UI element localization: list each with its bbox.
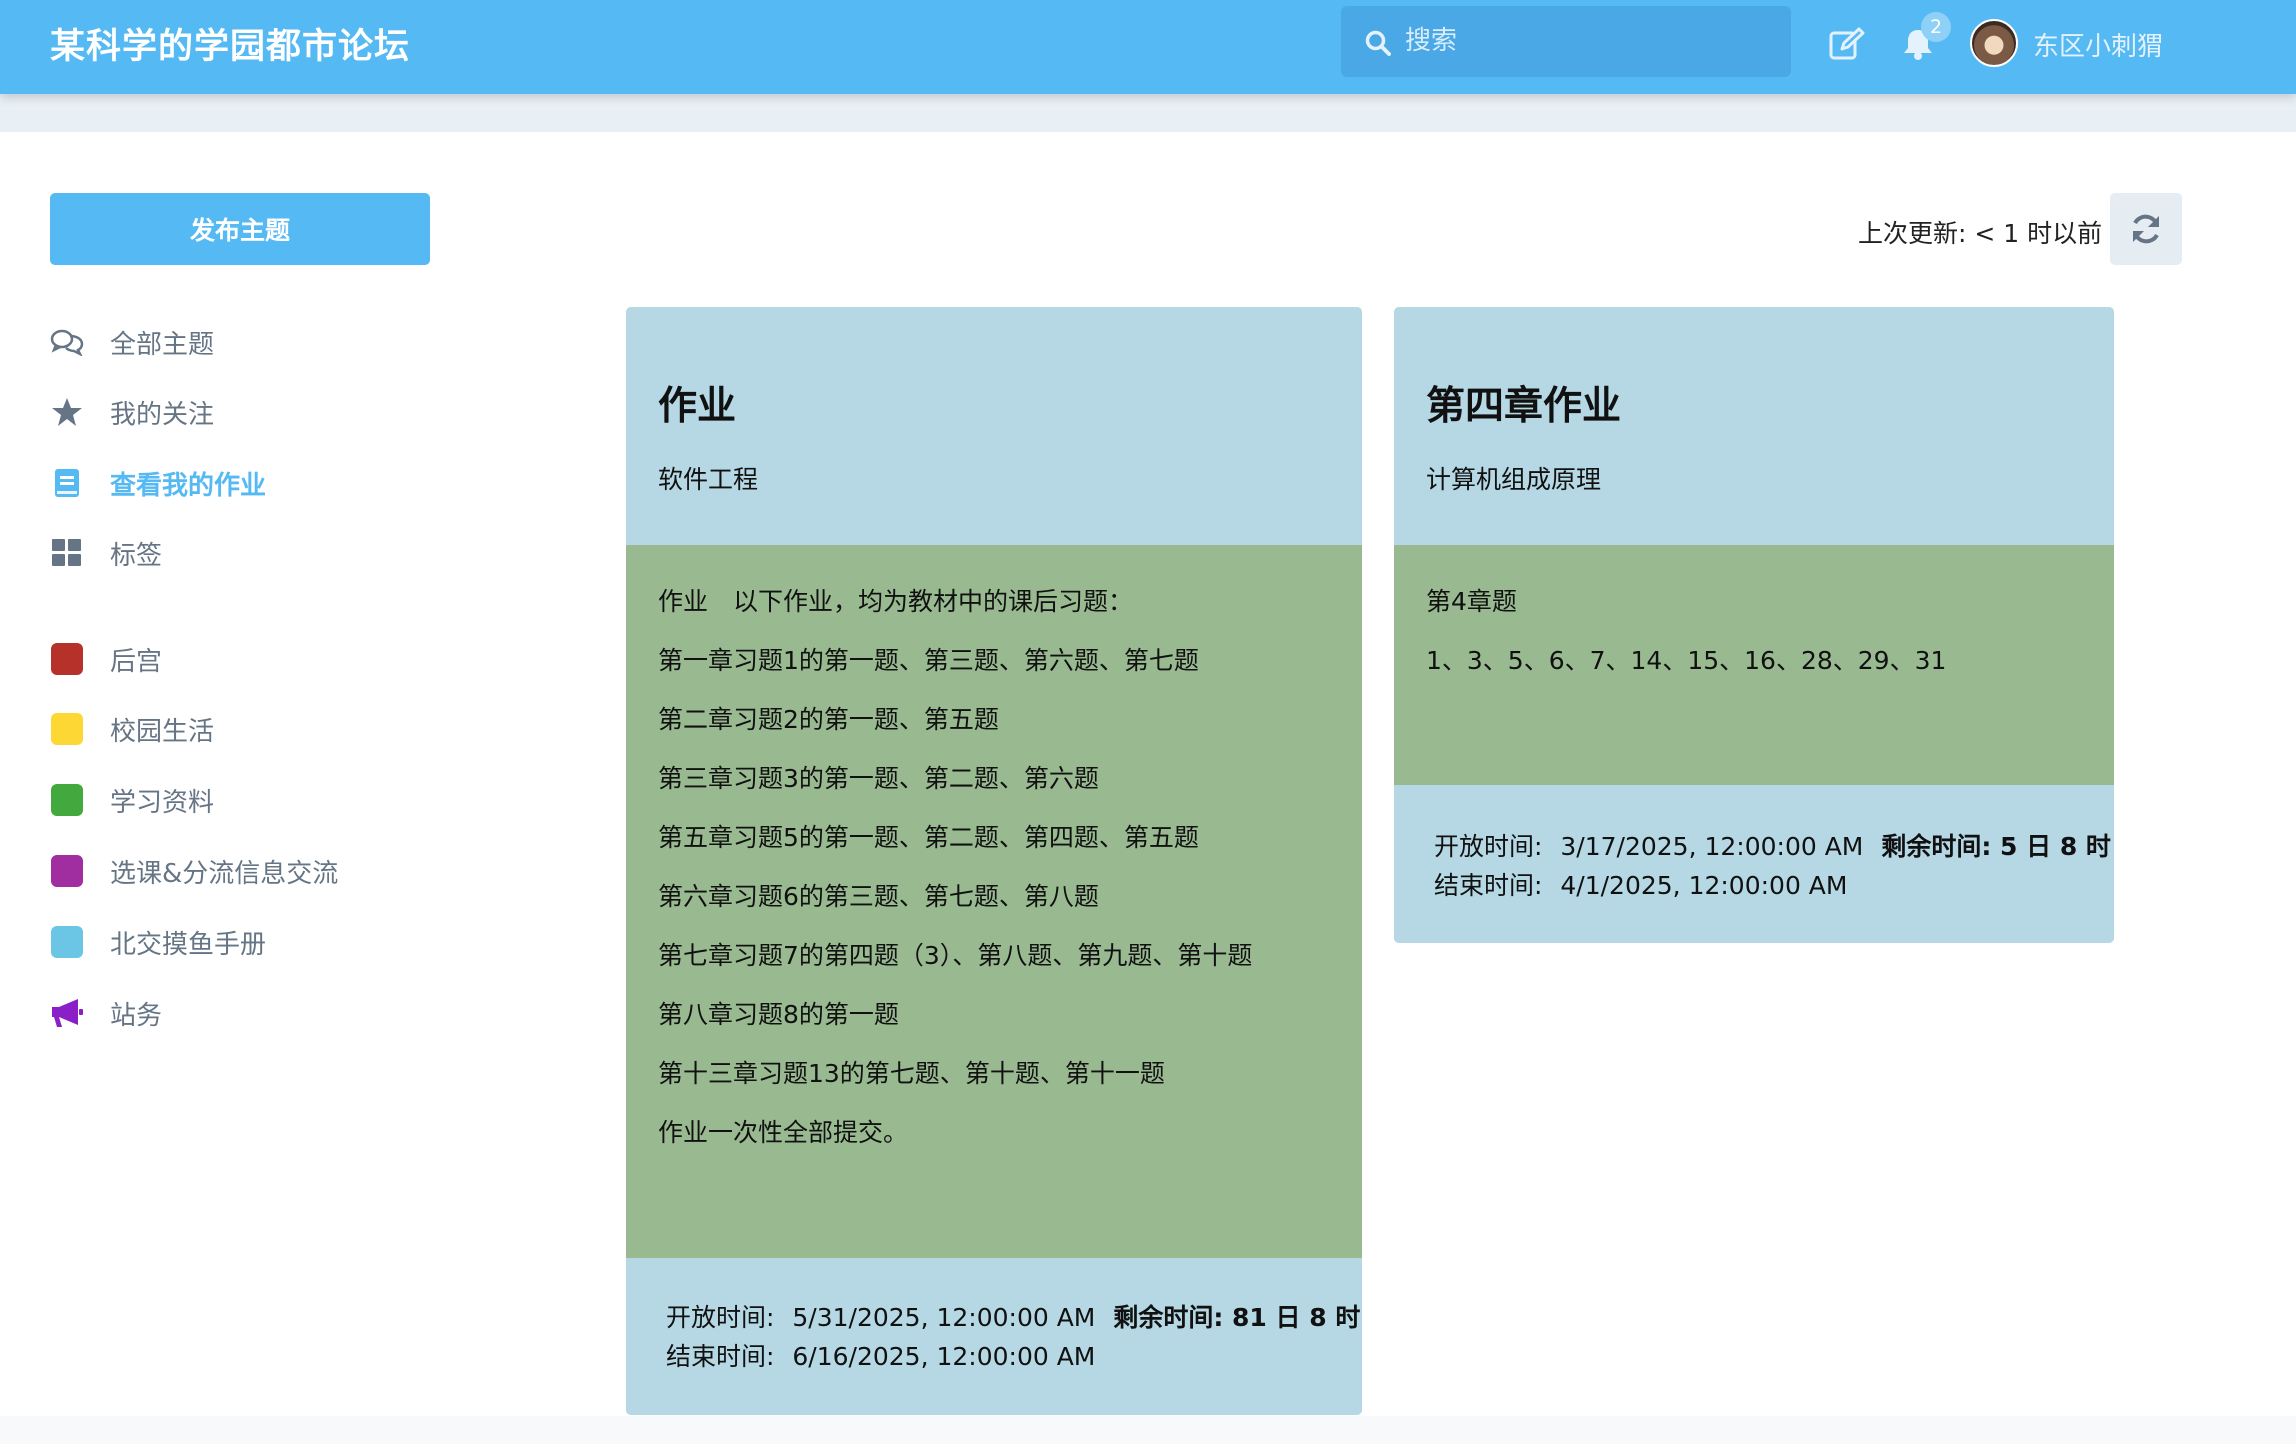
- card-title: 第四章作业: [1426, 384, 1622, 429]
- card-body-line: 作业 以下作业，均为教材中的课后习题：: [658, 587, 1134, 616]
- open-time-row: 开放时间: 3/17/2025, 12:00:00 AM 剩余时间: 5 日 8…: [1434, 827, 2111, 863]
- edit-icon[interactable]: [1829, 27, 1865, 61]
- tag-item-campus-life[interactable]: 校园生活: [50, 707, 410, 751]
- card-body-line: 第二章习题2的第一题、第五题: [658, 705, 999, 734]
- tag-item-label: 校园生活: [110, 716, 215, 747]
- card-footer: 开放时间: 5/31/2025, 12:00:00 AM 剩余时间: 81 日 …: [626, 1258, 1362, 1415]
- tag-item-label: 选课&分流信息交流: [110, 858, 339, 889]
- open-time-value: 5/31/2025, 12:00:00 AM: [792, 1303, 1096, 1332]
- tag-item-course-selection[interactable]: 选课&分流信息交流: [50, 849, 410, 893]
- card-title: 作业: [658, 384, 737, 429]
- remaining-time: 剩余时间: 5 日 8 时: [1881, 832, 2111, 861]
- comments-icon: [50, 325, 84, 359]
- refresh-button[interactable]: [2110, 193, 2182, 265]
- homework-card[interactable]: 第四章作业 计算机组成原理 第4章题 1、3、5、6、7、14、15、16、28…: [1394, 307, 2114, 943]
- nav-item-tags[interactable]: 标签: [50, 531, 410, 575]
- tag-color-swatch: [51, 926, 83, 958]
- star-icon: [50, 395, 84, 429]
- tag-color-swatch: [51, 643, 83, 675]
- username[interactable]: 东区小刺猬: [2033, 26, 2163, 63]
- card-body-line: 第六章习题6的第三题、第七题、第八题: [658, 882, 1099, 911]
- tag-item-site-affairs[interactable]: 站务: [50, 991, 410, 1035]
- refresh-icon: [2133, 214, 2159, 244]
- end-time-row: 结束时间: 4/1/2025, 12:00:00 AM: [1434, 866, 1847, 902]
- megaphone-icon: [50, 996, 84, 1030]
- end-time-label: 结束时间:: [666, 1342, 775, 1371]
- end-time-value: 4/1/2025, 12:00:00 AM: [1560, 871, 1848, 900]
- tag-color-swatch: [51, 713, 83, 745]
- tag-color-swatch: [51, 855, 83, 887]
- card-header: 第四章作业 计算机组成原理: [1394, 307, 2114, 545]
- search-icon: [1365, 30, 1391, 56]
- book-icon: [50, 466, 84, 500]
- card-body-line: 第七章习题7的第四题（3）、第八题、第九题、第十题: [658, 941, 1253, 970]
- nav-item-label: 查看我的作业: [110, 470, 267, 501]
- card-body-line: 1、3、5、6、7、14、15、16、28、29、31: [1426, 646, 1947, 675]
- card-course: 计算机组成原理: [1426, 465, 1602, 494]
- card-body-line: 第五章习题5的第一题、第二题、第四题、第五题: [658, 823, 1199, 852]
- publish-topic-button[interactable]: 发布主题: [50, 193, 430, 265]
- search-box[interactable]: [1341, 6, 1791, 77]
- card-body: 第4章题 1、3、5、6、7、14、15、16、28、29、31: [1394, 545, 2114, 785]
- nav-item-all-topics[interactable]: 全部主题: [50, 320, 410, 364]
- card-body-line: 作业一次性全部提交。: [658, 1118, 909, 1147]
- tag-item-label: 学习资料: [110, 787, 215, 818]
- grid-icon: [50, 536, 84, 570]
- tag-item-slacking-handbook[interactable]: 北交摸鱼手册: [50, 920, 410, 964]
- site-title[interactable]: 某科学的学园都市论坛: [50, 18, 410, 69]
- tag-item-label: 站务: [110, 1000, 163, 1031]
- card-body-line: 第4章题: [1426, 587, 1517, 616]
- top-navbar: 某科学的学园都市论坛 2 东区小刺猬: [0, 0, 2296, 94]
- avatar[interactable]: [1970, 19, 2018, 67]
- open-time-label: 开放时间:: [1434, 832, 1543, 861]
- card-footer: 开放时间: 3/17/2025, 12:00:00 AM 剩余时间: 5 日 8…: [1394, 785, 2114, 943]
- tag-item-study-materials[interactable]: 学习资料: [50, 778, 410, 822]
- card-body: 作业 以下作业，均为教材中的课后习题： 第一章习题1的第一题、第三题、第六题、第…: [626, 545, 1362, 1258]
- card-body-line: 第一章习题1的第一题、第三题、第六题、第七题: [658, 646, 1199, 675]
- homework-card[interactable]: 作业 软件工程 作业 以下作业，均为教材中的课后习题： 第一章习题1的第一题、第…: [626, 307, 1362, 1415]
- card-body-line: 第八章习题8的第一题: [658, 1000, 899, 1029]
- card-header: 作业 软件工程: [626, 307, 1362, 545]
- notification-badge: 2: [1921, 12, 1951, 42]
- nav-item-label: 全部主题: [110, 329, 215, 360]
- end-time-row: 结束时间: 6/16/2025, 12:00:00 AM: [666, 1337, 1095, 1373]
- nav-item-label: 我的关注: [110, 399, 215, 430]
- nav-item-my-homework[interactable]: 查看我的作业: [50, 461, 410, 505]
- last-update-text: 上次更新: < 1 时以前: [1858, 219, 2103, 248]
- remaining-time: 剩余时间: 81 日 8 时: [1113, 1303, 1361, 1332]
- tag-color-swatch: [51, 784, 83, 816]
- nav-item-following[interactable]: 我的关注: [50, 390, 410, 434]
- search-input[interactable]: [1405, 18, 1775, 64]
- end-time-label: 结束时间:: [1434, 871, 1543, 900]
- tag-item-label: 北交摸鱼手册: [110, 929, 267, 960]
- tag-item-harem[interactable]: 后宫: [50, 637, 410, 681]
- open-time-label: 开放时间:: [666, 1303, 775, 1332]
- card-body-line: 第三章习题3的第一题、第二题、第六题: [658, 764, 1099, 793]
- page-bottom-strip: [0, 1416, 2296, 1444]
- open-time-row: 开放时间: 5/31/2025, 12:00:00 AM 剩余时间: 81 日 …: [666, 1298, 1360, 1334]
- card-course: 软件工程: [658, 465, 759, 494]
- open-time-value: 3/17/2025, 12:00:00 AM: [1560, 832, 1864, 861]
- nav-item-label: 标签: [110, 540, 163, 571]
- tag-item-label: 后宫: [110, 646, 163, 677]
- end-time-value: 6/16/2025, 12:00:00 AM: [792, 1342, 1096, 1371]
- card-body-line: 第十三章习题13的第七题、第十题、第十一题: [658, 1059, 1165, 1088]
- header-shadow-band: [0, 94, 2296, 132]
